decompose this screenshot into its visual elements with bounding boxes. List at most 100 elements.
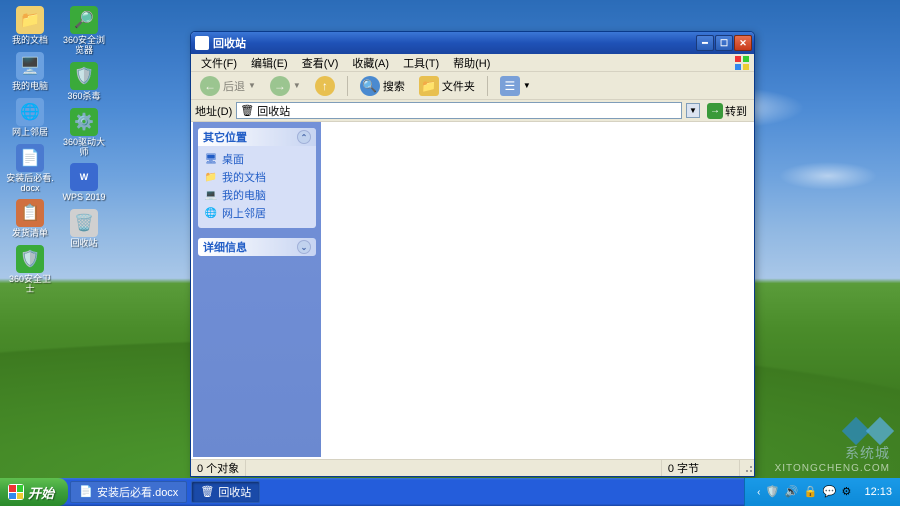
search-icon: 🔍 <box>360 76 380 96</box>
icon-label: 360杀毒 <box>67 92 100 102</box>
back-label: 后退 <box>223 78 245 94</box>
link-desktop[interactable]: 🖥桌面 <box>204 150 310 168</box>
statusbar: 0 个对象 0 字节 <box>191 459 754 476</box>
back-icon: ← <box>200 76 220 96</box>
start-button[interactable]: 开始 <box>0 478 68 506</box>
titlebar[interactable]: 🗑 回收站 ━ ☐ ✕ <box>191 32 754 54</box>
icon-label: 网上邻居 <box>12 128 48 138</box>
link-my-documents[interactable]: 📁我的文档 <box>204 168 310 186</box>
explorer-window: 🗑 回收站 ━ ☐ ✕ 文件(F) 编辑(E) 查看(V) 收藏(A) 工具(T… <box>190 31 755 477</box>
doc-icon: 📄 <box>79 485 93 499</box>
taskbar-item-label: 回收站 <box>218 484 251 500</box>
minimize-button[interactable]: ━ <box>696 35 714 51</box>
network-icon: 🌐 <box>204 206 218 220</box>
toolbar: ← 后退 ▼ → ▼ ↑ 🔍 搜索 📁 文件夹 ☰ <box>191 72 754 100</box>
icon-label: 我的文档 <box>12 36 48 46</box>
folder-icon: 📁 <box>204 170 218 184</box>
menubar: 文件(F) 编辑(E) 查看(V) 收藏(A) 工具(T) 帮助(H) <box>191 54 754 72</box>
resize-grip[interactable] <box>742 462 754 474</box>
panel-title: 其它位置 <box>203 129 247 145</box>
menu-view[interactable]: 查看(V) <box>296 54 345 72</box>
search-button[interactable]: 🔍 搜索 <box>355 74 410 98</box>
icon-label: WPS 2019 <box>62 193 105 203</box>
icon-label: 回收站 <box>70 239 97 249</box>
menu-file[interactable]: 文件(F) <box>195 54 243 72</box>
tray-icon[interactable]: 🛡️ <box>765 485 779 499</box>
address-value: 回收站 <box>257 103 290 119</box>
go-icon: → <box>707 103 723 119</box>
menu-favorites[interactable]: 收藏(A) <box>346 54 395 72</box>
tray-expand-icon[interactable]: ‹ <box>757 487 760 498</box>
icon-label: 360安全浏览器 <box>60 36 108 56</box>
taskbar-item[interactable]: 🗑 回收站 <box>191 481 260 503</box>
up-button[interactable]: ↑ <box>310 74 340 98</box>
side-panel: 其它位置 ⌃ 🖥桌面 📁我的文档 💻我的电脑 🌐网上邻居 详细信息 ⌄ <box>193 122 321 457</box>
icon-label: 360驱动大师 <box>60 138 108 158</box>
status-objects: 0 个对象 <box>191 460 246 476</box>
desktop-icon: 🖥 <box>204 152 218 166</box>
windows-logo-icon <box>8 484 24 500</box>
address-label: 地址(D) <box>195 103 232 119</box>
forward-button: → ▼ <box>265 74 306 98</box>
recycle-bin-icon: 🗑 <box>195 36 209 50</box>
desktop-icon[interactable]: WWPS 2019 <box>60 163 108 203</box>
desktop-icon[interactable]: 🛡️360安全卫士 <box>6 245 54 295</box>
panel-title: 详细信息 <box>203 239 247 255</box>
close-button[interactable]: ✕ <box>734 35 752 51</box>
desktop-icon[interactable]: 🗑️回收站 <box>60 209 108 249</box>
window-title: 回收站 <box>213 35 696 51</box>
windows-flag-icon <box>734 55 750 71</box>
watermark: 系统城 XITONGCHENG.COM <box>775 421 890 474</box>
taskbar-item-label: 安装后必看.docx <box>97 484 178 500</box>
up-icon: ↑ <box>315 76 335 96</box>
panel-header-details[interactable]: 详细信息 ⌄ <box>198 238 316 256</box>
icon-label: 我的电脑 <box>12 82 48 92</box>
status-size: 0 字节 <box>661 460 740 476</box>
content-area[interactable] <box>321 122 752 457</box>
addressbar: 地址(D) 🗑 回收站 ▼ → 转到 <box>191 100 754 122</box>
desktop-icon[interactable]: 📁我的文档 <box>6 6 54 46</box>
desktop-icon[interactable]: 🖥️我的电脑 <box>6 52 54 92</box>
tray-icon[interactable]: ⚙ <box>841 485 855 499</box>
go-label: 转到 <box>725 103 747 119</box>
taskbar: 开始 📄 安装后必看.docx 🗑 回收站 ‹ 🛡️ 🔊 🔒 💬 ⚙ 12:13 <box>0 478 900 506</box>
system-tray[interactable]: ‹ 🛡️ 🔊 🔒 💬 ⚙ 12:13 <box>744 478 900 506</box>
address-input[interactable]: 🗑 回收站 <box>236 102 682 119</box>
collapse-icon: ⌃ <box>297 130 311 144</box>
icon-label: 安装后必看.docx <box>6 174 54 194</box>
folders-button[interactable]: 📁 文件夹 <box>414 74 480 98</box>
recycle-bin-icon: 🗑 <box>240 104 254 118</box>
clock[interactable]: 12:13 <box>864 486 892 498</box>
folders-icon: 📁 <box>419 76 439 96</box>
go-button[interactable]: → 转到 <box>704 102 750 120</box>
taskbar-item[interactable]: 📄 安装后必看.docx <box>70 481 187 503</box>
tray-icon[interactable]: 🔒 <box>803 485 817 499</box>
address-dropdown[interactable]: ▼ <box>686 103 700 118</box>
views-icon: ☰ <box>500 76 520 96</box>
desktop-icon[interactable]: 🔎360安全浏览器 <box>60 6 108 56</box>
folders-label: 文件夹 <box>442 78 475 94</box>
menu-tools[interactable]: 工具(T) <box>397 54 445 72</box>
desktop-icon[interactable]: 📋发货清单 <box>6 199 54 239</box>
desktop-icon[interactable]: ⚙️360驱动大师 <box>60 108 108 158</box>
maximize-button[interactable]: ☐ <box>715 35 733 51</box>
recycle-bin-icon: 🗑 <box>200 485 214 499</box>
desktop-icon[interactable]: 📄安装后必看.docx <box>6 144 54 194</box>
tray-icon[interactable]: 🔊 <box>784 485 798 499</box>
views-button[interactable]: ☰ ▼ <box>495 74 536 98</box>
forward-icon: → <box>270 76 290 96</box>
icon-label: 360安全卫士 <box>6 275 54 295</box>
link-my-computer[interactable]: 💻我的电脑 <box>204 186 310 204</box>
desktop-icon[interactable]: 🛡️360杀毒 <box>60 62 108 102</box>
search-label: 搜索 <box>383 78 405 94</box>
tray-icon[interactable]: 💬 <box>822 485 836 499</box>
panel-header-other-places[interactable]: 其它位置 ⌃ <box>198 128 316 146</box>
menu-edit[interactable]: 编辑(E) <box>245 54 294 72</box>
computer-icon: 💻 <box>204 188 218 202</box>
start-label: 开始 <box>28 483 54 502</box>
menu-help[interactable]: 帮助(H) <box>447 54 496 72</box>
back-button: ← 后退 ▼ <box>195 74 261 98</box>
link-network[interactable]: 🌐网上邻居 <box>204 204 310 222</box>
desktop-icon[interactable]: 🌐网上邻居 <box>6 98 54 138</box>
expand-icon: ⌄ <box>297 240 311 254</box>
